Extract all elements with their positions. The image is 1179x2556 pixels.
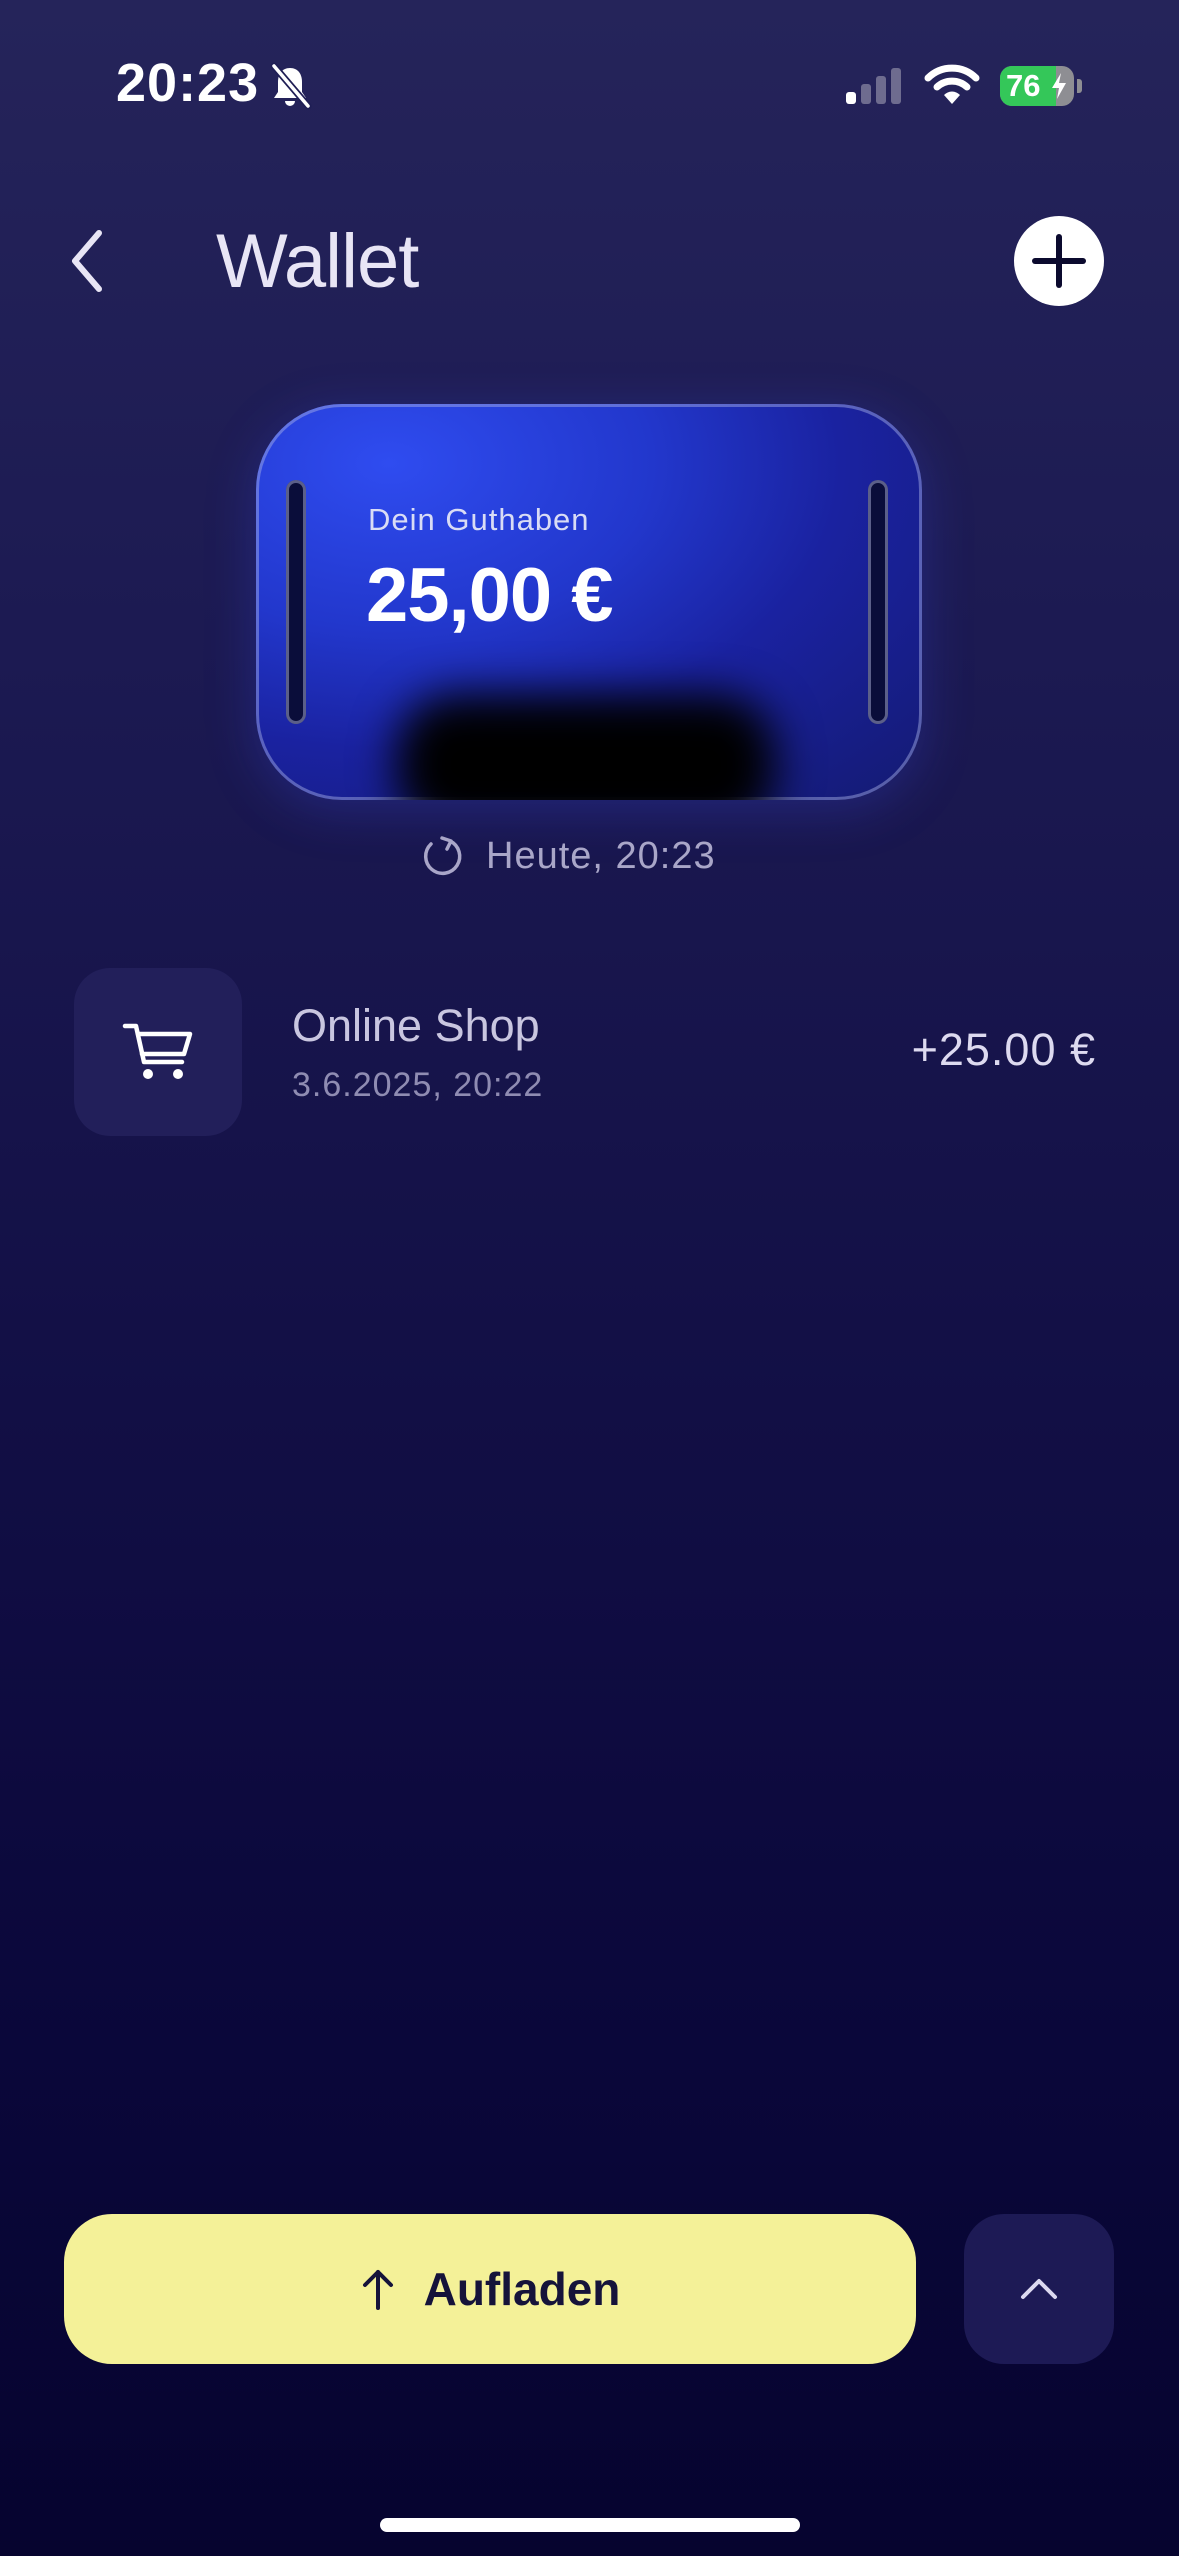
status-bar: 20:23 76 (0, 0, 1179, 170)
battery-cap (1077, 79, 1082, 93)
battery-body: 76 (1000, 66, 1074, 106)
bell-muted-icon (270, 62, 312, 110)
status-time: 20:23 (116, 53, 260, 113)
chevron-left-icon (72, 230, 102, 292)
transaction-date: 3.6.2025, 20:22 (292, 1066, 544, 1104)
transaction-amount: +25.00 € (911, 1024, 1096, 1075)
balance-label: Dein Guthaben (368, 502, 590, 537)
transaction-row[interactable]: Online Shop 3.6.2025, 20:22 +25.00 € (74, 968, 1114, 1136)
transaction-title: Online Shop (292, 1000, 540, 1051)
cart-icon (122, 1023, 193, 1079)
balance-card[interactable]: Dein Guthaben 25,00 € (256, 404, 922, 800)
chevron-up-icon (1021, 2279, 1057, 2299)
transaction-icon-box (74, 968, 242, 1136)
arrow-up-icon (362, 2270, 393, 2310)
cellular-signal-icon (846, 68, 901, 104)
expand-button[interactable] (964, 2214, 1114, 2364)
back-button[interactable] (52, 216, 122, 306)
battery-percent: 76 (1006, 68, 1041, 103)
wifi-icon (924, 64, 980, 104)
card-slot-left (286, 480, 306, 724)
topup-button[interactable]: Aufladen (64, 2214, 916, 2364)
topup-label: Aufladen (423, 2263, 621, 2315)
card-shadow (396, 694, 776, 800)
plus-icon (1032, 234, 1086, 288)
add-button[interactable] (1014, 216, 1104, 306)
card-slot-right (868, 480, 888, 724)
charging-bolt-icon (1052, 73, 1066, 99)
home-indicator[interactable] (380, 2518, 800, 2532)
last-updated-text: Heute, 20:23 (486, 834, 716, 877)
page-title: Wallet (216, 219, 419, 304)
battery-indicator: 76 (1000, 66, 1082, 106)
balance-amount: 25,00 € (366, 553, 614, 638)
last-updated-row: Heute, 20:23 (420, 826, 716, 886)
refresh-icon[interactable] (420, 834, 464, 878)
